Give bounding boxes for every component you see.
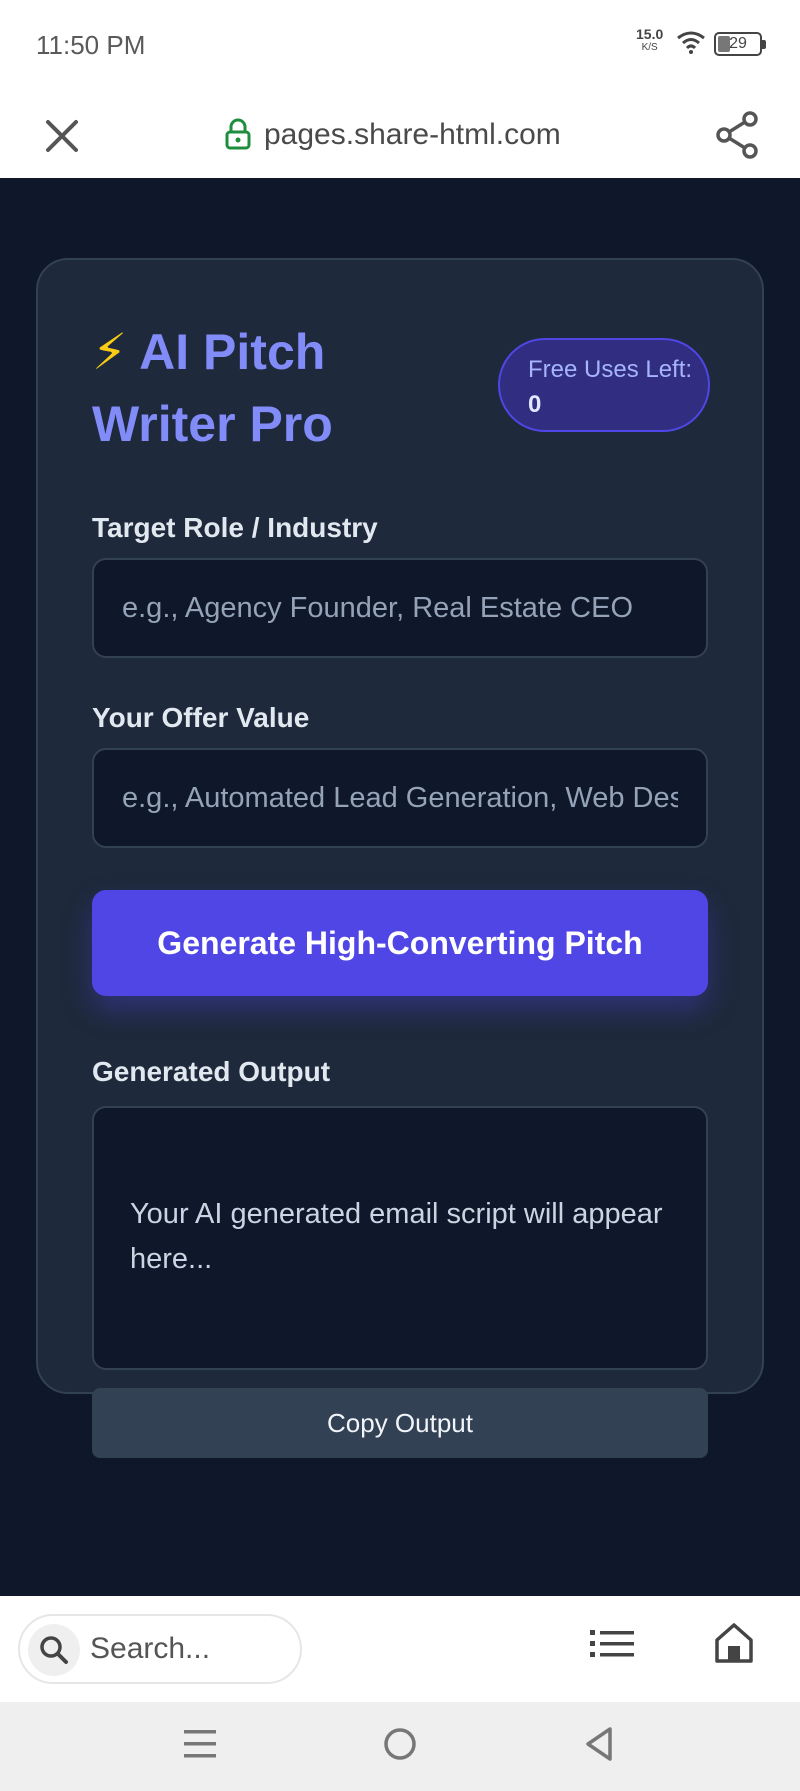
network-rate: 15.0 K/S	[636, 26, 664, 54]
url-text[interactable]: pages.share-html.com	[264, 118, 561, 152]
lock-icon	[225, 118, 251, 150]
browser-bottom-bar: Search...	[0, 1596, 800, 1702]
network-rate-unit: K/S	[641, 42, 658, 53]
app-title: ⚡ AI Pitch Writer Pro	[92, 316, 432, 460]
home-icon[interactable]	[714, 1622, 754, 1664]
system-nav-bar	[0, 1702, 800, 1791]
generate-pitch-button[interactable]: Generate High-Converting Pitch	[92, 890, 708, 996]
share-icon[interactable]	[714, 110, 762, 160]
recent-apps-icon[interactable]	[184, 1726, 216, 1762]
role-label: Target Role / Industry	[92, 512, 378, 543]
output-label: Generated Output	[92, 1056, 331, 1087]
copy-output-button[interactable]: Copy Output	[92, 1388, 708, 1458]
browser-toolbar: pages.share-html.com	[0, 88, 800, 178]
web-page: ⚡ AI Pitch Writer Pro Free Uses Left: 0 …	[0, 178, 800, 1596]
list-icon[interactable]	[590, 1628, 634, 1660]
search-bar[interactable]: Search...	[18, 1614, 302, 1684]
output-box: Your AI generated email script will appe…	[92, 1106, 708, 1370]
close-icon[interactable]	[40, 114, 84, 158]
search-placeholder: Search...	[90, 1632, 211, 1665]
lightning-icon: ⚡	[92, 324, 128, 380]
wifi-icon	[677, 31, 705, 54]
free-uses-count: 0	[528, 391, 542, 418]
offer-input[interactable]	[92, 748, 708, 848]
network-rate-value: 15.0	[636, 26, 664, 42]
battery-icon: 29	[714, 32, 766, 56]
search-icon	[28, 1624, 80, 1676]
battery-level: 29	[729, 35, 747, 52]
free-uses-label: Free Uses Left:	[528, 356, 693, 383]
status-time: 11:50 PM	[36, 30, 146, 60]
free-uses-badge: Free Uses Left: 0	[498, 338, 710, 432]
home-nav-icon[interactable]	[382, 1726, 418, 1762]
pitch-writer-card: ⚡ AI Pitch Writer Pro Free Uses Left: 0 …	[36, 258, 764, 1458]
role-input[interactable]	[92, 558, 708, 658]
status-bar: 11:50 PM 15.0 K/S 29	[0, 0, 800, 88]
back-icon[interactable]	[584, 1726, 614, 1762]
app-title-text: AI Pitch Writer Pro	[92, 324, 333, 452]
offer-label: Your Offer Value	[92, 702, 310, 733]
